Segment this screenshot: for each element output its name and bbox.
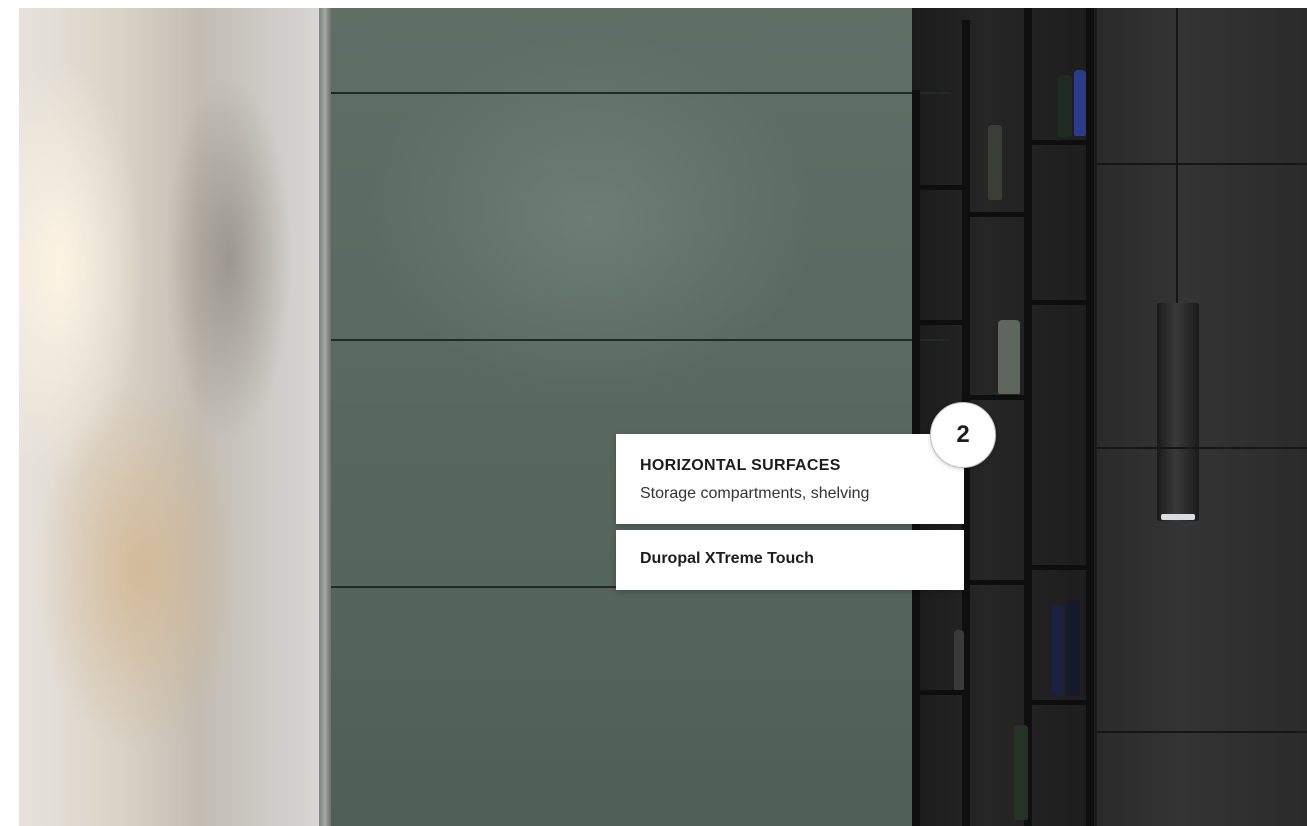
hotspot-subtitle: Storage compartments, shelving [640, 485, 870, 502]
pendant-wire [1176, 8, 1178, 308]
pendant-lamp [1157, 303, 1199, 521]
shelf-board [968, 212, 1026, 217]
scene-image [19, 8, 1307, 826]
bottle [988, 125, 1002, 200]
frosted-glass-pane [19, 8, 319, 826]
shelf-board [1030, 700, 1088, 705]
wall-panel-seam [331, 92, 951, 94]
shelf-board [914, 690, 964, 695]
dark-cabinet [1097, 8, 1307, 826]
shelf-board [1030, 140, 1088, 145]
cabinet-seam [1097, 163, 1307, 165]
shelf-board [968, 395, 1026, 400]
bottle [1074, 70, 1086, 136]
green-wall-panels [331, 8, 971, 826]
shelf-board [914, 320, 964, 325]
bottle [1058, 75, 1072, 137]
bottle [1014, 725, 1028, 820]
pendant-light-glow [1161, 514, 1195, 520]
bottle [998, 320, 1020, 394]
product-prefix: Duropal [640, 550, 705, 567]
metal-pillar [319, 8, 331, 826]
cabinet-seam [1097, 731, 1307, 733]
wall-panel-seam [331, 339, 951, 341]
bottle [1066, 600, 1080, 696]
hotspot-number-badge[interactable]: 2 [930, 402, 996, 468]
bottle [954, 630, 964, 690]
product-suffix: Treme Touch [715, 550, 814, 567]
shelf-board [1030, 565, 1088, 570]
bottle [1052, 605, 1064, 695]
shelf-board [968, 580, 1026, 585]
hotspot-info-card[interactable]: HORIZONTAL SURFACES Storage compartments… [616, 434, 964, 524]
product-card[interactable]: Duropal XTreme Touch [616, 530, 964, 590]
hotspot-title: HORIZONTAL SURFACES [640, 457, 841, 474]
shelf-board [1030, 300, 1088, 305]
shelf-board [914, 185, 964, 190]
product-x-mark: X [704, 550, 716, 567]
cabinet-seam [1097, 447, 1307, 449]
product-name: Duropal XTreme Touch [640, 550, 814, 568]
